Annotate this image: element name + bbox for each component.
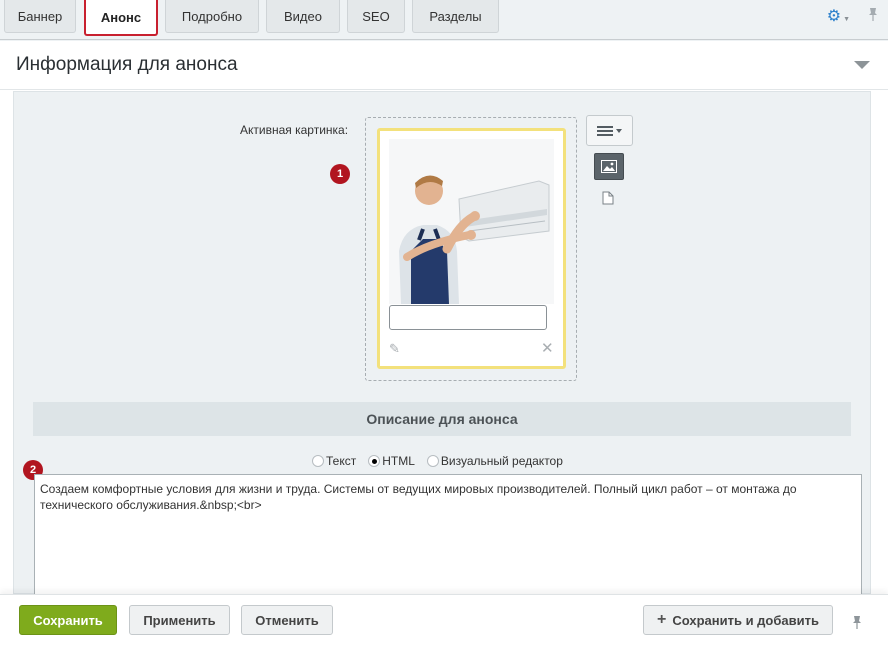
- radio-circle[interactable]: [426, 455, 439, 467]
- preview-image: [389, 139, 554, 304]
- tab-label: Подробно: [181, 8, 243, 24]
- image-description-input[interactable]: [389, 305, 547, 330]
- image-icon: [601, 160, 617, 173]
- tab-label: Баннер: [17, 8, 63, 24]
- tab-label: Видео: [284, 8, 322, 24]
- tab-label: Анонс: [100, 9, 142, 25]
- save-and-add-label: Сохранить и добавить: [672, 612, 819, 628]
- tab-seo[interactable]: SEO: [347, 0, 405, 33]
- file-mode-button[interactable]: [602, 191, 614, 210]
- tab-bar: Баннер Анонс Подробно Видео SEO Разделы …: [0, 0, 888, 40]
- plus-icon: +: [657, 611, 667, 628]
- caret-down-icon: [616, 128, 622, 133]
- description-textarea[interactable]: Создаем комфортные условия для жизни и т…: [34, 474, 862, 604]
- tab-tools: ⚙ ▼: [827, 6, 878, 26]
- tab-banner[interactable]: Баннер: [4, 0, 76, 33]
- chevron-down-icon[interactable]: [854, 61, 870, 69]
- radio-circle[interactable]: [368, 455, 381, 467]
- tab-announce[interactable]: Анонс: [84, 0, 158, 36]
- image-menu-button[interactable]: [586, 115, 633, 146]
- file-icon: [602, 191, 614, 205]
- marker-badge-1: 1: [330, 164, 350, 184]
- tab-sections[interactable]: Разделы: [412, 0, 499, 33]
- apply-button[interactable]: Применить: [129, 605, 230, 635]
- close-icon[interactable]: ✕: [541, 339, 554, 357]
- pin-icon[interactable]: [868, 7, 878, 25]
- footer-bar: Сохранить Применить Отменить + Сохранить…: [0, 594, 888, 647]
- mode-visual-radio[interactable]: Визуальный редактор: [426, 454, 563, 468]
- mode-text-radio[interactable]: Текст: [312, 454, 356, 468]
- save-button[interactable]: Сохранить: [19, 605, 117, 635]
- tab-details[interactable]: Подробно: [165, 0, 259, 33]
- gear-icon[interactable]: ⚙ ▼: [827, 6, 850, 26]
- divider: [0, 89, 888, 90]
- hamburger-icon: [597, 125, 613, 136]
- section-title: Информация для анонса: [16, 54, 238, 75]
- tab-label: Разделы: [429, 8, 482, 24]
- mode-html-radio[interactable]: HTML: [368, 454, 415, 468]
- save-and-add-button[interactable]: + Сохранить и добавить: [643, 605, 833, 635]
- active-image-label: Активная картинка:: [240, 123, 349, 137]
- mode-label: Текст: [326, 454, 357, 468]
- tab-video[interactable]: Видео: [266, 0, 340, 33]
- image-mode-button[interactable]: [594, 153, 624, 180]
- radio-circle[interactable]: [312, 455, 324, 467]
- description-section-header: Описание для анонса: [33, 402, 851, 436]
- tab-label: SEO: [362, 8, 390, 24]
- pin-icon[interactable]: [852, 615, 862, 633]
- description-mode-switch: Текст HTML Визуальный редактор: [312, 454, 563, 468]
- pencil-icon[interactable]: ✎: [389, 341, 400, 357]
- cancel-button[interactable]: Отменить: [241, 605, 333, 635]
- description-section-title: Описание для анонса: [366, 411, 518, 427]
- mode-label: Визуальный редактор: [440, 454, 563, 468]
- mode-label: HTML: [382, 454, 415, 468]
